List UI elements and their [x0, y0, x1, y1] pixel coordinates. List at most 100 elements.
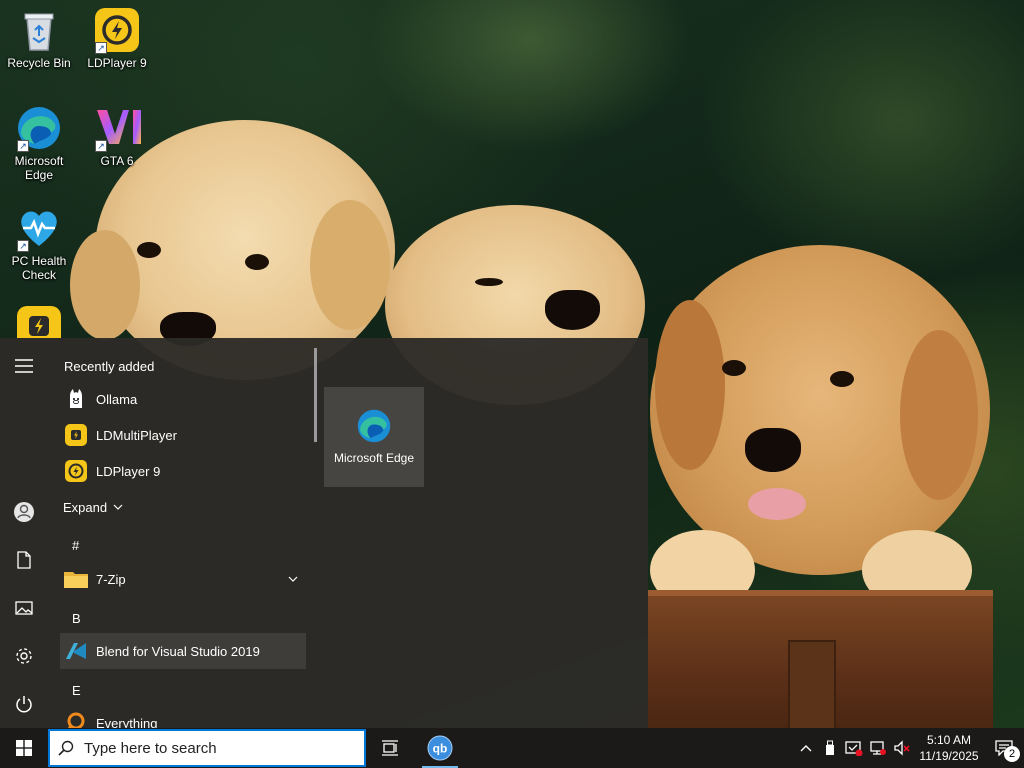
gta6-icon: ↗ — [95, 106, 141, 152]
puppy-middle-eye — [475, 278, 503, 286]
puppy-right-ear-2 — [900, 330, 978, 500]
task-view-icon — [382, 740, 398, 756]
usb-drive-icon — [826, 740, 834, 755]
desktop-icon-label: LDPlayer 9 — [87, 56, 147, 70]
desktop-icon-label: GTA 6 — [100, 154, 134, 168]
power-button[interactable] — [0, 680, 48, 728]
puppy-right-eye-2 — [830, 371, 854, 387]
puppy-left-ear-right — [310, 200, 390, 330]
task-view-button[interactable] — [366, 728, 414, 768]
show-hidden-icons-button[interactable] — [794, 728, 818, 768]
app-item-label: Ollama — [96, 391, 138, 407]
puppy-right-tongue — [748, 488, 806, 520]
expand-button[interactable]: Expand — [52, 489, 132, 525]
puppy-left-eye — [137, 242, 161, 258]
puppy-right-eye — [722, 360, 746, 376]
letter-header-e[interactable]: E — [72, 683, 81, 698]
volume-tray-button[interactable] — [890, 728, 914, 768]
documents-button[interactable] — [0, 536, 48, 584]
letter-header-b[interactable]: B — [72, 611, 81, 626]
taskbar-app-qbittorrent[interactable]: qb — [416, 728, 464, 768]
app-item-7zip[interactable]: 7-Zip — [60, 561, 306, 597]
ollama-icon — [64, 387, 88, 411]
taskbar-search-box[interactable] — [48, 729, 366, 767]
start-menu: Recently added Ollama LDMultiPlayer LDPl… — [0, 338, 648, 728]
desktop-icon-pc-health-check[interactable]: ↗ PC Health Check — [1, 206, 77, 282]
app-item-ollama[interactable]: Ollama — [60, 381, 306, 417]
puppy-left-eye-2 — [245, 254, 269, 270]
ldplayer-icon: ↗ — [95, 8, 139, 54]
puppy-right-ear — [655, 300, 725, 470]
hamburger-icon — [15, 359, 33, 373]
app-item-ldmultiplayer[interactable]: LDMultiPlayer — [60, 417, 306, 453]
windows-logo-icon — [16, 740, 32, 756]
start-button[interactable] — [0, 728, 48, 768]
taskbar: qb 5:10 AM 11/19/2025 2 — [0, 728, 1024, 768]
notification-count-badge: 2 — [1004, 746, 1020, 762]
blend-icon — [64, 639, 88, 663]
pictures-icon — [15, 601, 33, 615]
edge-icon — [357, 409, 391, 443]
shortcut-arrow-icon: ↗ — [95, 140, 107, 152]
folder-icon — [64, 567, 88, 591]
app-item-label: LDMultiPlayer — [96, 427, 177, 443]
desktop-icon-label: Microsoft Edge — [14, 154, 64, 182]
clock-time: 5:10 AM — [926, 733, 972, 747]
tile-label: Microsoft Edge — [333, 451, 415, 465]
tile-area: Microsoft Edge — [324, 387, 424, 487]
shortcut-arrow-icon: ↗ — [95, 42, 107, 54]
network-disconnected-icon — [870, 741, 886, 755]
network-tray-button[interactable] — [866, 728, 890, 768]
security-tray-button[interactable] — [842, 728, 866, 768]
everything-icon — [64, 711, 88, 728]
puppy-left-ear — [70, 230, 140, 340]
qbittorrent-icon-label: qb — [433, 742, 448, 756]
edge-icon: ↗ — [17, 106, 61, 152]
start-app-list: Recently added Ollama LDMultiPlayer LDPl… — [48, 338, 314, 728]
chevron-down-icon — [288, 576, 298, 582]
user-icon — [14, 502, 34, 522]
app-item-label: 7-Zip — [96, 571, 126, 587]
search-icon — [58, 740, 74, 756]
hamburger-menu-button[interactable] — [0, 342, 48, 390]
puppy-right-nose — [745, 428, 801, 472]
desktop-icon-gta6[interactable]: ↗ GTA 6 — [79, 106, 155, 168]
app-item-label: LDPlayer 9 — [96, 463, 161, 479]
app-item-label: Blend for Visual Studio 2019 — [96, 643, 260, 659]
power-icon — [16, 696, 32, 713]
tile-microsoft-edge[interactable]: Microsoft Edge — [324, 387, 424, 487]
system-tray: 5:10 AM 11/19/2025 2 — [794, 728, 1024, 768]
chevron-up-icon — [800, 745, 812, 752]
settings-button[interactable] — [0, 632, 48, 680]
app-item-label: Everything — [96, 715, 158, 729]
desktop-icon-ldplayer[interactable]: ↗ LDPlayer 9 — [79, 8, 155, 70]
wooden-crate-post — [788, 640, 836, 730]
app-list-scrollbar[interactable] — [314, 348, 317, 442]
recycle-bin-icon — [17, 8, 61, 52]
usb-tray-button[interactable] — [818, 728, 842, 768]
pictures-button[interactable] — [0, 584, 48, 632]
volume-muted-icon — [894, 740, 910, 756]
letter-header-hash[interactable]: # — [72, 538, 79, 553]
app-item-everything[interactable]: Everything — [60, 705, 306, 728]
taskbar-clock[interactable]: 5:10 AM 11/19/2025 — [914, 732, 984, 764]
app-item-ldplayer[interactable]: LDPlayer 9 — [60, 453, 306, 489]
security-alert-icon — [845, 741, 863, 756]
shortcut-arrow-icon: ↗ — [17, 240, 29, 252]
search-input[interactable] — [84, 739, 344, 757]
action-center-button[interactable]: 2 — [984, 728, 1024, 768]
document-icon — [17, 551, 31, 569]
desktop-icon-recycle-bin[interactable]: Recycle Bin — [1, 8, 77, 70]
desktop-icon-edge[interactable]: ↗ Microsoft Edge — [1, 106, 77, 182]
ldplayer-icon — [64, 459, 88, 483]
start-rail — [0, 338, 48, 728]
chevron-down-icon — [113, 504, 123, 510]
puppy-middle-nose — [545, 290, 600, 330]
qbittorrent-icon: qb — [427, 735, 453, 761]
app-item-blend[interactable]: Blend for Visual Studio 2019 — [60, 633, 306, 669]
expand-label: Expand — [63, 499, 108, 515]
user-account-button[interactable] — [0, 488, 48, 536]
ldmultiplayer-icon — [64, 423, 88, 447]
recently-added-title: Recently added — [64, 359, 155, 374]
shortcut-arrow-icon: ↗ — [17, 140, 29, 152]
